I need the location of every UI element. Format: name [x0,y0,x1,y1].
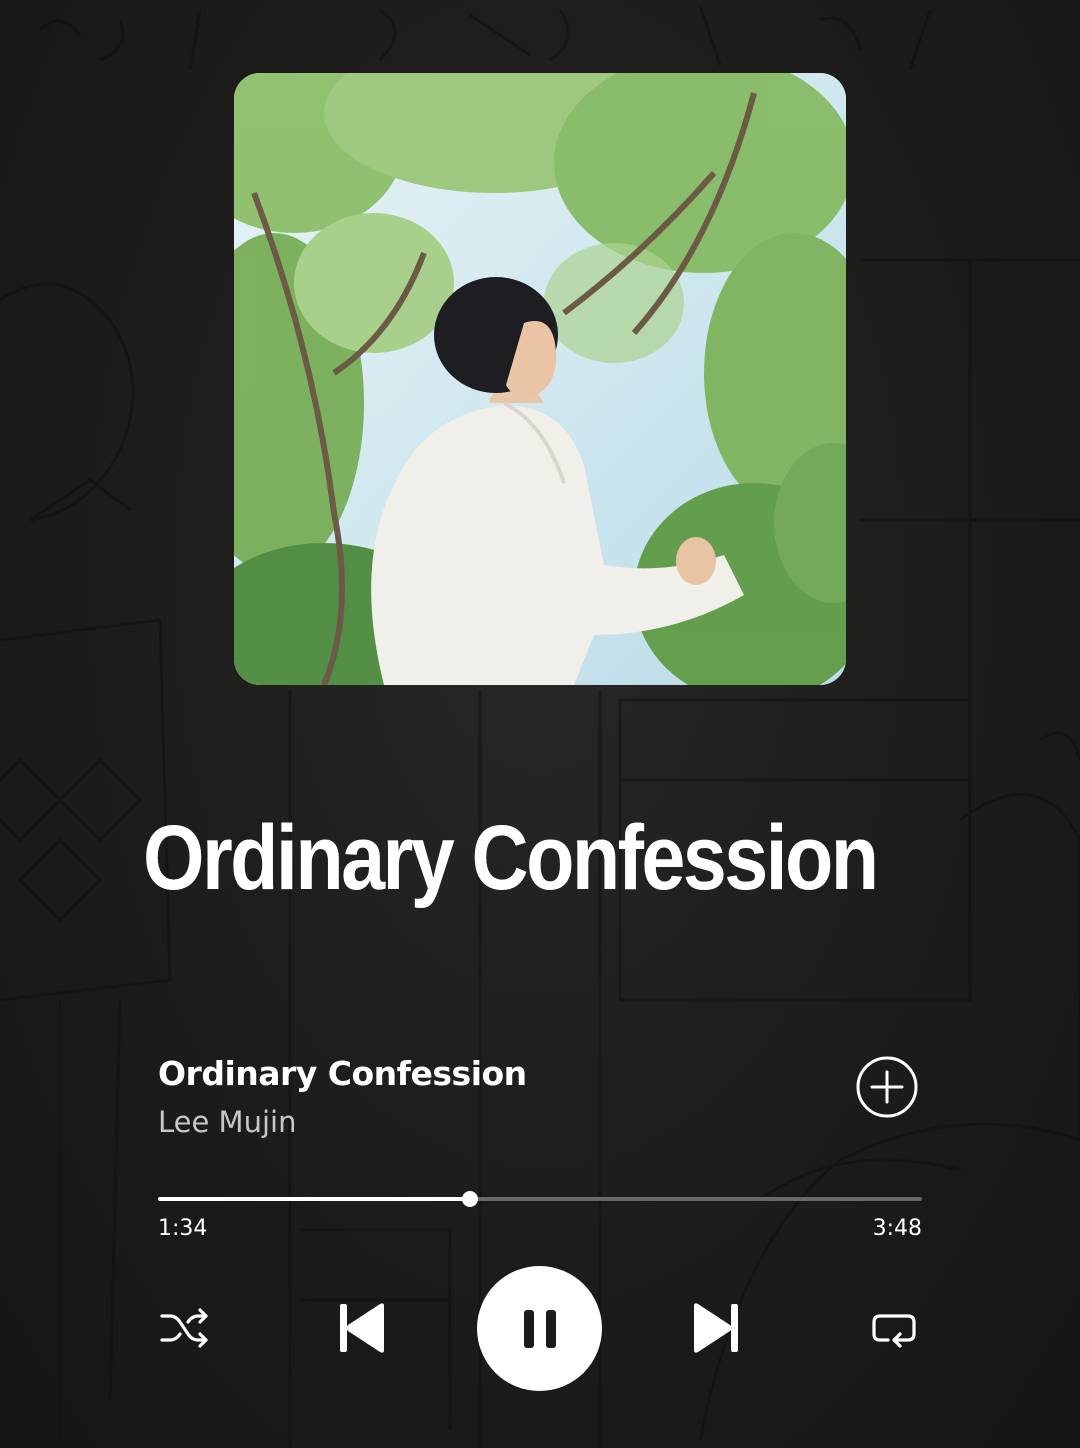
headline-title: Ordinary Confession [143,807,879,909]
add-circle-icon [856,1056,918,1118]
progress-slider[interactable] [158,1188,922,1210]
progress-fill [158,1197,470,1201]
skip-next-icon [694,1303,738,1353]
shuffle-button[interactable] [158,1302,210,1354]
progress-thumb[interactable] [461,1191,478,1207]
shuffle-icon [160,1308,208,1348]
track-artist: Lee Mujin [158,1105,297,1139]
now-playing-screen: Ordinary Confession Ordinary Confession … [0,0,1080,1448]
total-time: 3:48 [872,1216,922,1241]
add-to-library-button[interactable] [856,1056,918,1118]
previous-track-button[interactable] [336,1300,388,1356]
skip-previous-icon [340,1303,384,1353]
pause-button[interactable] [477,1266,602,1391]
repeat-icon [872,1314,916,1348]
next-track-button[interactable] [690,1300,742,1356]
album-artwork [234,73,846,685]
repeat-button[interactable] [868,1302,920,1354]
pause-icon [523,1309,556,1348]
track-title: Ordinary Confession [158,1054,527,1093]
elapsed-time: 1:34 [158,1216,208,1241]
